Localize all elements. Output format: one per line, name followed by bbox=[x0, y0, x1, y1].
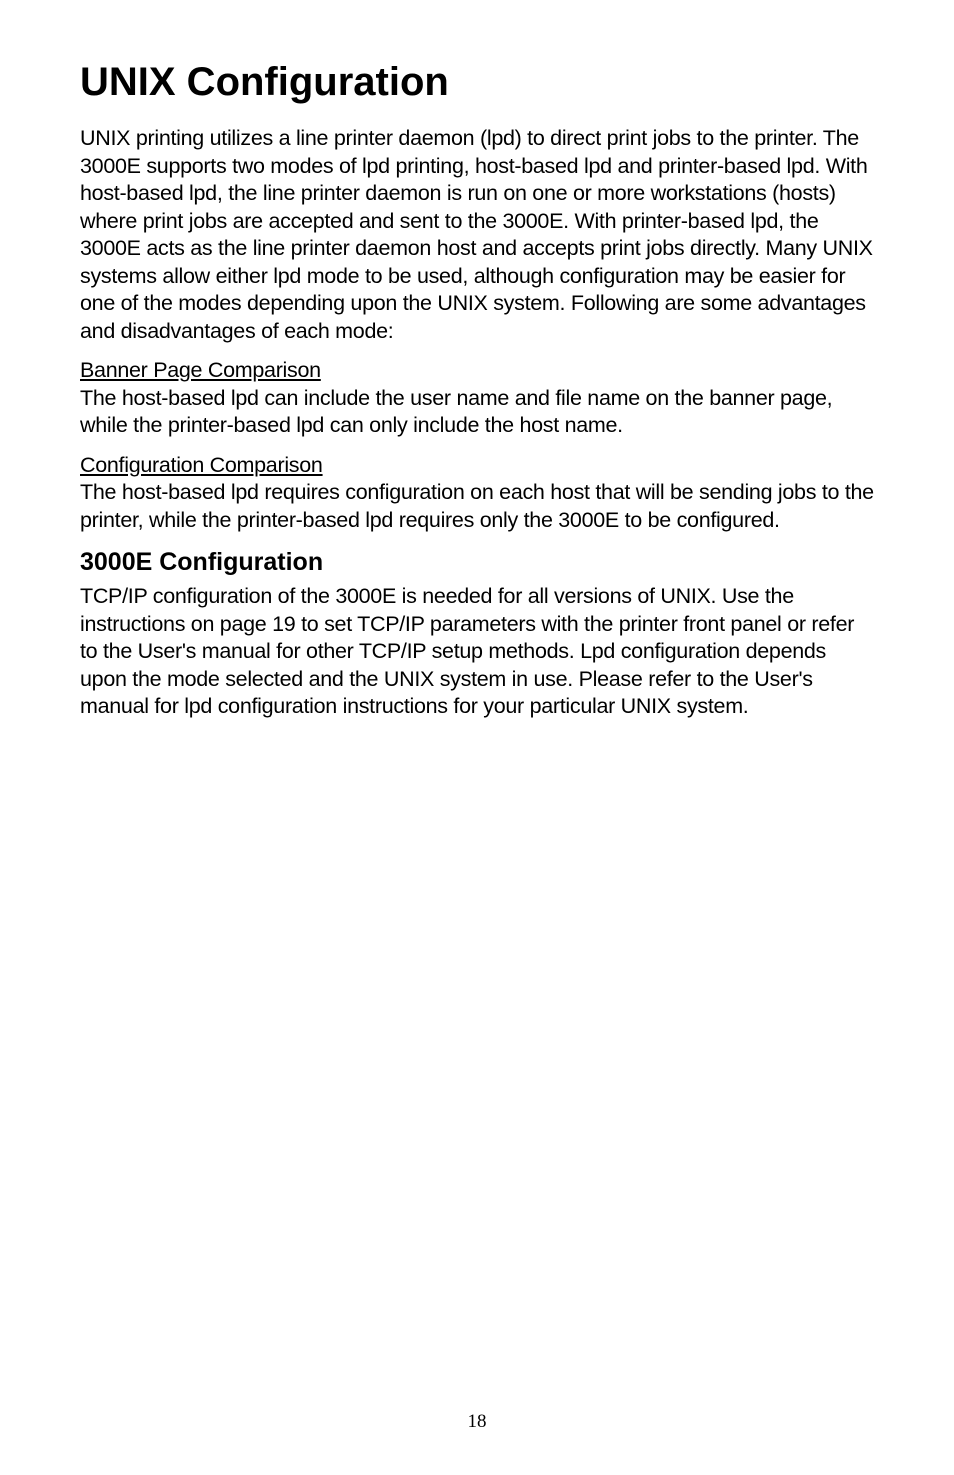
banner-heading: Banner Page Comparison bbox=[80, 357, 874, 385]
banner-body: The host-based lpd can include the user … bbox=[80, 385, 874, 440]
section-subtitle: 3000E Configuration bbox=[80, 548, 874, 577]
page-title: UNIX Configuration bbox=[80, 60, 874, 105]
config-section: Configuration Comparison The host-based … bbox=[80, 452, 874, 535]
config-heading: Configuration Comparison bbox=[80, 452, 874, 480]
sub-body: TCP/IP configuration of the 3000E is nee… bbox=[80, 583, 874, 721]
config-body: The host-based lpd requires configuratio… bbox=[80, 479, 874, 534]
banner-section: Banner Page Comparison The host-based lp… bbox=[80, 357, 874, 440]
page-number: 18 bbox=[0, 1411, 954, 1433]
intro-paragraph: UNIX printing utilizes a line printer da… bbox=[80, 125, 874, 345]
